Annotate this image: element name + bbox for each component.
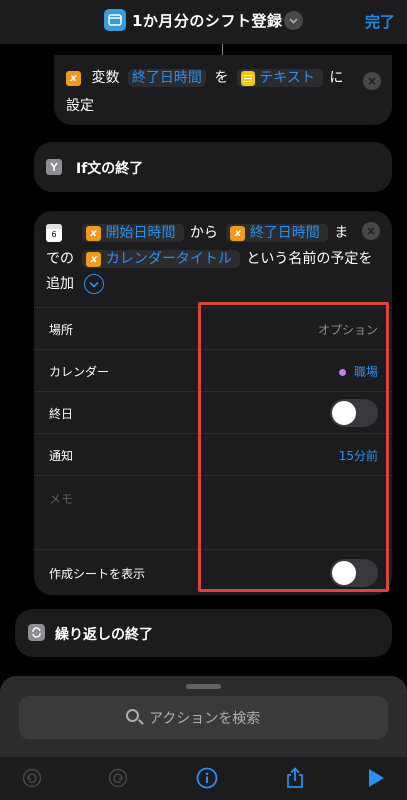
calendar-title-token[interactable]: x カレンダータイトル — [82, 250, 241, 268]
variable-value-label: テキスト — [259, 70, 315, 86]
memo-placeholder: メモ — [49, 492, 74, 506]
chevron-down-icon[interactable] — [284, 11, 303, 30]
end-date-token[interactable]: x 終了日時間 — [226, 224, 329, 242]
search-icon — [126, 709, 139, 722]
until-text: ま — [334, 225, 349, 241]
if-end-label: If文の終了 — [76, 161, 144, 177]
set-variable-to: を — [214, 70, 229, 86]
all-day-label: 終日 — [49, 407, 74, 421]
info-icon[interactable] — [195, 766, 219, 790]
end-date-label: 終了日時間 — [249, 225, 320, 241]
location-label: 場所 — [49, 323, 74, 337]
editor-toolbar — [0, 756, 407, 800]
add-event-line1: x 開始日時間 から x 終了日時間 ま — [82, 222, 348, 242]
text-icon — [240, 70, 255, 86]
repeat-end-action[interactable]: 繰り返しの終了 — [15, 609, 392, 657]
named-text: という名前の予定を — [246, 251, 373, 267]
set-variable-suffix: に — [329, 70, 344, 86]
set-variable-line1: x 変数 終了日時間 を テキスト に — [66, 67, 343, 87]
undo-icon[interactable] — [20, 766, 44, 790]
calendar-label: カレンダー — [49, 365, 110, 379]
variable-value-token[interactable]: テキスト — [236, 69, 324, 87]
share-icon[interactable] — [283, 766, 307, 790]
action-search-input[interactable]: アクションを検索 — [19, 696, 388, 739]
run-play-icon[interactable] — [364, 766, 388, 790]
variable-name-token[interactable]: 終了日時間 — [127, 69, 206, 87]
remove-action-icon[interactable]: × — [362, 222, 380, 240]
show-compose-sheet-label: 作成シートを表示 — [49, 567, 146, 581]
variable-icon: x — [86, 225, 101, 241]
variable-icon: x — [66, 70, 81, 86]
set-variable-verb: 変数 — [91, 70, 120, 86]
from-text: から — [189, 225, 218, 241]
start-date-token[interactable]: x 開始日時間 — [82, 224, 184, 242]
repeat-end-label: 繰り返しの終了 — [55, 627, 153, 643]
variable-icon: x — [86, 251, 102, 267]
alert-label: 通知 — [49, 449, 74, 463]
done-button[interactable]: 完了 — [365, 11, 395, 32]
expand-chevron-icon[interactable] — [84, 274, 105, 294]
remove-action-icon[interactable]: × — [363, 72, 381, 90]
shortcut-app-icon — [104, 9, 126, 31]
calendar-title-label: カレンダータイトル — [105, 251, 232, 267]
variable-icon: x — [230, 225, 246, 241]
calendar-icon: 6 — [46, 224, 62, 242]
navigation-header: 1か月分のシフト登録 完了 — [0, 0, 407, 44]
if-end-action[interactable]: If文の終了 — [34, 142, 392, 192]
sheet-grabber[interactable] — [186, 684, 221, 689]
repeat-icon — [28, 624, 45, 641]
until-text-2: での — [46, 251, 74, 267]
set-variable-line2: 設定 — [66, 98, 94, 114]
add-text: 追加 — [46, 276, 74, 292]
set-variable-action[interactable]: x 変数 終了日時間 を テキスト に 設定 × — [54, 55, 392, 125]
shortcut-title[interactable]: 1か月分のシフト登録 — [132, 10, 282, 31]
if-branch-icon — [46, 159, 62, 175]
add-event-line3: 追加 — [46, 273, 105, 294]
search-placeholder: アクションを検索 — [149, 711, 261, 727]
highlight-box — [198, 302, 389, 592]
add-event-line2: での x カレンダータイトル という名前の予定を — [46, 248, 372, 268]
start-date-label: 開始日時間 — [105, 225, 176, 241]
redo-icon[interactable] — [106, 766, 130, 790]
